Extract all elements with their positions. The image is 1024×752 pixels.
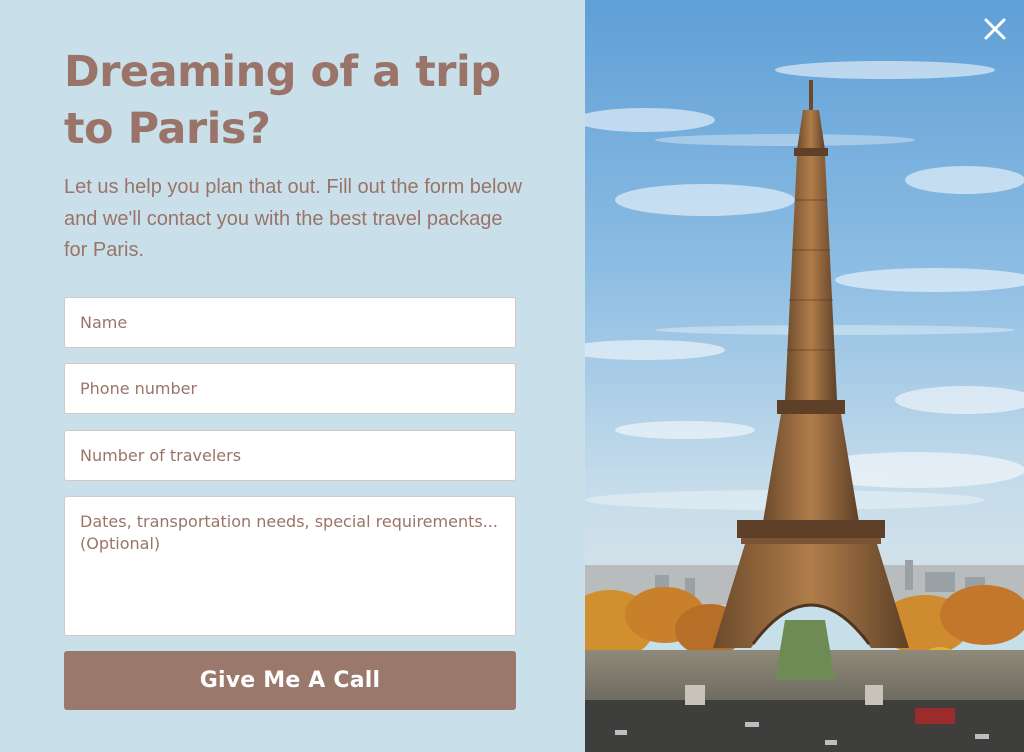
modal-subtitle: Let us help you plan that out. Fill out …	[64, 176, 523, 261]
close-icon[interactable]	[980, 14, 1010, 44]
eiffel-tower-photo	[585, 0, 1024, 752]
name-input[interactable]	[64, 297, 516, 348]
modal-title: Dreaming of a trip to Paris?	[64, 47, 501, 154]
eiffel-tower-illustration	[585, 0, 1024, 752]
form-panel: Dreaming of a trip to Paris? Let us help…	[0, 0, 585, 752]
phone-input[interactable]	[64, 363, 516, 414]
give-me-a-call-button[interactable]: Give Me A Call	[64, 651, 516, 710]
details-textarea[interactable]	[64, 496, 516, 636]
travelers-input[interactable]	[64, 430, 516, 481]
